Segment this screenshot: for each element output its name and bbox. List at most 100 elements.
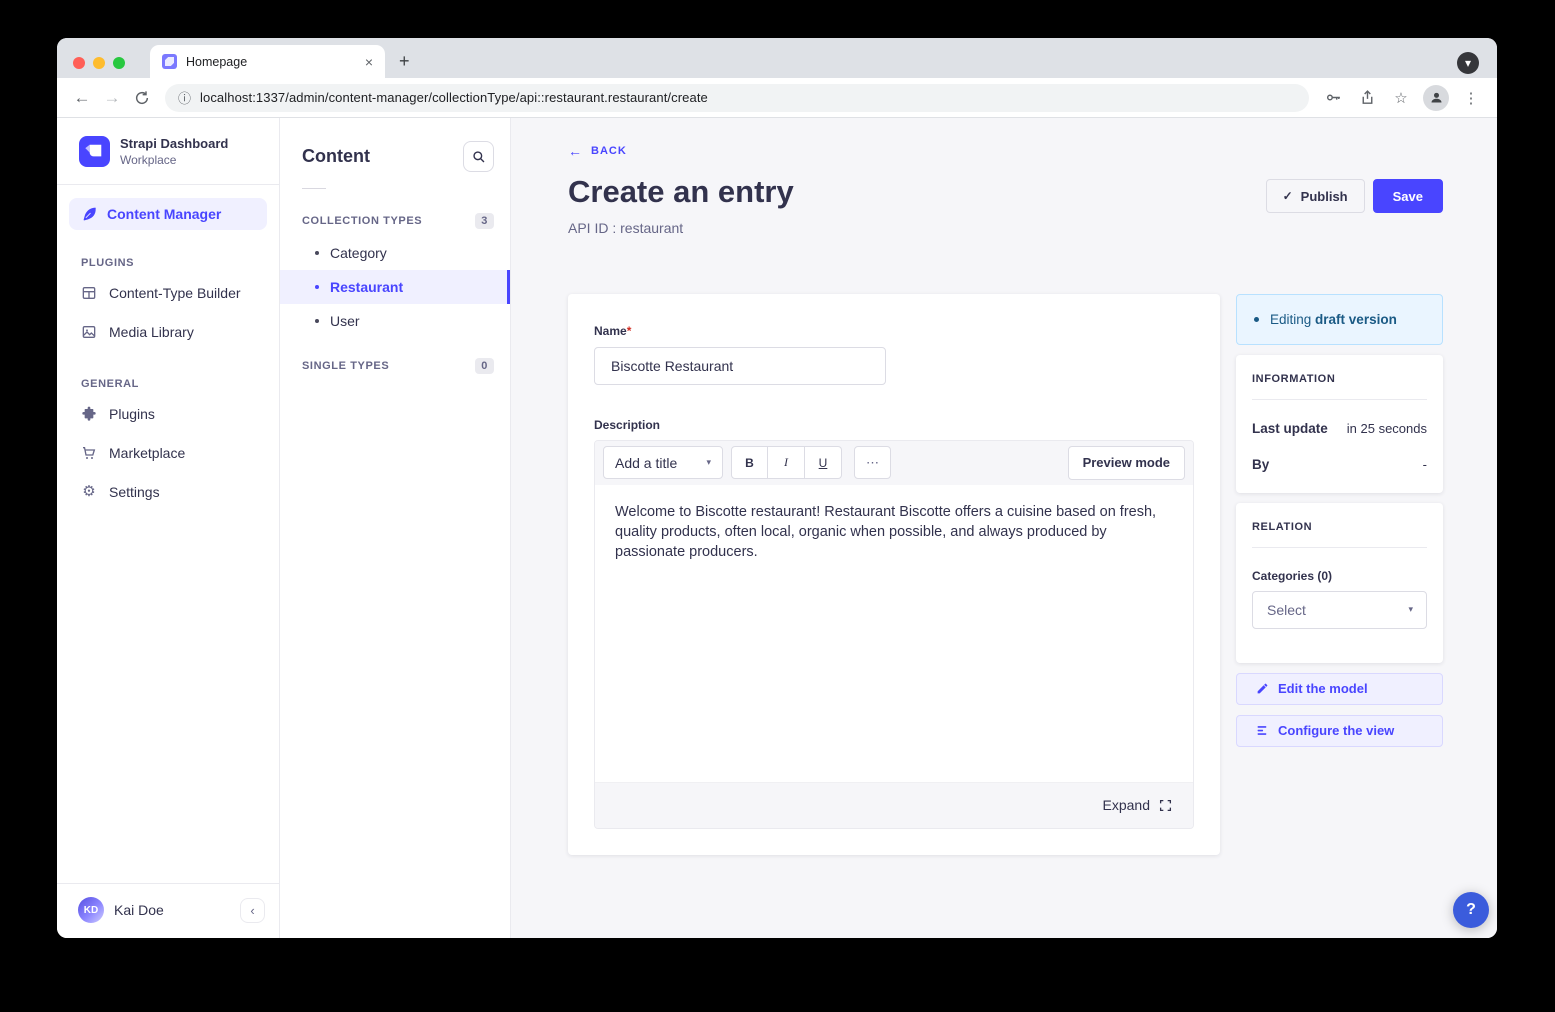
expand-icon[interactable] bbox=[1159, 799, 1172, 812]
puzzle-icon bbox=[81, 406, 97, 422]
back-icon[interactable]: ← bbox=[67, 88, 97, 108]
configure-view-label: Configure the view bbox=[1278, 723, 1394, 738]
browser-menu-icon[interactable]: ⋮ bbox=[1455, 89, 1487, 107]
bullet-icon bbox=[315, 251, 319, 255]
edit-model-button[interactable]: Edit the model bbox=[1236, 673, 1443, 705]
address-bar-actions: ☆ ⋮ bbox=[1317, 85, 1487, 111]
title-row: Create an entry API ID : restaurant ✓ Pu… bbox=[568, 176, 1443, 236]
help-button[interactable]: ? bbox=[1453, 892, 1489, 928]
subnav-item-label: Restaurant bbox=[330, 279, 403, 295]
refresh-icon[interactable] bbox=[127, 90, 157, 106]
description-textarea[interactable]: Welcome to Biscotte restaurant! Restaura… bbox=[595, 485, 1193, 782]
address-bar: ← → ⓘ localhost:1337/admin/content-manag… bbox=[57, 78, 1497, 118]
single-types-heading: SINGLE TYPES 0 bbox=[280, 358, 510, 374]
italic-button[interactable]: I bbox=[768, 446, 805, 479]
browser-tab[interactable]: Homepage × bbox=[150, 45, 385, 78]
subnav-item-label: Category bbox=[330, 245, 387, 261]
title-style-dropdown[interactable]: Add a title ▾ bbox=[603, 446, 723, 479]
draft-status-text: Editing draft version bbox=[1270, 312, 1397, 327]
publish-button[interactable]: ✓ Publish bbox=[1266, 179, 1365, 213]
browser-update-icon[interactable]: ▾ bbox=[1457, 52, 1479, 74]
information-heading: INFORMATION bbox=[1252, 373, 1427, 385]
info-value: in 25 seconds bbox=[1347, 421, 1427, 436]
sidebar-item-label: Media Library bbox=[109, 324, 194, 340]
subnav-item-restaurant[interactable]: Restaurant bbox=[280, 270, 510, 304]
name-label-text: Name bbox=[594, 324, 627, 338]
back-label: BACK bbox=[591, 145, 627, 157]
new-tab-button[interactable]: + bbox=[385, 45, 424, 78]
select-placeholder: Select bbox=[1267, 602, 1306, 618]
minimize-window-button[interactable] bbox=[93, 57, 105, 69]
strapi-app: Strapi Dashboard Workplace Content Manag… bbox=[57, 118, 1497, 938]
info-row-last-update: Last update in 25 seconds bbox=[1252, 421, 1427, 436]
sidebar-item-plugins[interactable]: Plugins bbox=[69, 395, 267, 433]
close-window-button[interactable] bbox=[73, 57, 85, 69]
strapi-logo-icon bbox=[79, 136, 110, 167]
site-info-icon[interactable]: ⓘ bbox=[178, 88, 191, 107]
name-field-label: Name* bbox=[594, 324, 631, 338]
content-subnav: Content COLLECTION TYPES 3 Category Rest… bbox=[280, 118, 511, 938]
preview-mode-button[interactable]: Preview mode bbox=[1068, 446, 1185, 480]
divider bbox=[1252, 547, 1427, 548]
sidebar-item-marketplace[interactable]: Marketplace bbox=[69, 434, 267, 472]
underline-button[interactable]: U bbox=[805, 446, 842, 479]
info-value: - bbox=[1423, 457, 1427, 472]
password-key-icon[interactable] bbox=[1317, 89, 1349, 106]
status-dot-icon bbox=[1254, 317, 1259, 322]
collapse-sidebar-button[interactable]: ‹ bbox=[240, 898, 265, 923]
info-label: Last update bbox=[1252, 421, 1328, 436]
bold-button[interactable]: B bbox=[731, 446, 768, 479]
edit-model-label: Edit the model bbox=[1278, 681, 1368, 696]
tab-strip: Homepage × + ▾ bbox=[57, 38, 1497, 78]
list-icon bbox=[1256, 724, 1269, 737]
browser-profile-avatar[interactable] bbox=[1423, 85, 1449, 111]
content-row: Name* Description Add a title ▾ B bbox=[568, 294, 1443, 855]
count-badge: 3 bbox=[475, 213, 494, 229]
strapi-favicon-icon bbox=[162, 54, 177, 69]
rich-text-editor: Add a title ▾ B I U ⋯ Preview mode Wel bbox=[594, 440, 1194, 829]
chevron-down-icon: ▾ bbox=[1408, 604, 1413, 615]
close-tab-icon[interactable]: × bbox=[365, 55, 373, 69]
main-sidebar: Strapi Dashboard Workplace Content Manag… bbox=[57, 118, 280, 938]
search-button[interactable] bbox=[463, 141, 494, 172]
group-heading-label: COLLECTION TYPES bbox=[302, 215, 422, 227]
sidebar-section-heading: GENERAL bbox=[81, 378, 267, 390]
sidebar-item-settings[interactable]: ⚙ Settings bbox=[69, 473, 267, 511]
format-button-group: B I U bbox=[731, 446, 842, 479]
collection-types-heading: COLLECTION TYPES 3 bbox=[280, 213, 510, 229]
draft-bold-text: draft version bbox=[1315, 312, 1397, 327]
workspace-brand[interactable]: Strapi Dashboard Workplace bbox=[57, 118, 279, 185]
subnav-item-user[interactable]: User bbox=[280, 304, 510, 338]
url-box[interactable]: ⓘ localhost:1337/admin/content-manager/c… bbox=[165, 84, 1309, 112]
information-card: INFORMATION Last update in 25 seconds By… bbox=[1236, 355, 1443, 493]
subnav-item-category[interactable]: Category bbox=[280, 236, 510, 270]
chevron-down-icon: ▾ bbox=[706, 457, 711, 468]
title-style-value: Add a title bbox=[615, 455, 677, 471]
draft-prefix: Editing bbox=[1270, 312, 1311, 327]
url-text[interactable]: localhost:1337/admin/content-manager/col… bbox=[200, 90, 708, 105]
sidebar-item-content-type-builder[interactable]: Content-Type Builder bbox=[69, 274, 267, 312]
avatar[interactable]: KD bbox=[78, 897, 104, 923]
configure-view-button[interactable]: Configure the view bbox=[1236, 715, 1443, 747]
back-link[interactable]: ← BACK bbox=[568, 143, 627, 159]
pencil-icon bbox=[1256, 682, 1269, 695]
expand-label[interactable]: Expand bbox=[1103, 797, 1150, 813]
categories-select[interactable]: Select ▾ bbox=[1252, 591, 1427, 629]
sidebar-item-label: Settings bbox=[109, 484, 160, 500]
subnav-item-label: User bbox=[330, 313, 360, 329]
bookmark-star-icon[interactable]: ☆ bbox=[1385, 89, 1417, 107]
bullet-icon bbox=[315, 319, 319, 323]
name-input[interactable] bbox=[594, 347, 886, 385]
share-icon[interactable] bbox=[1351, 89, 1383, 106]
layout-icon bbox=[81, 285, 97, 301]
sidebar-item-label: Content-Type Builder bbox=[109, 285, 241, 301]
sidebar-item-label: Plugins bbox=[109, 406, 155, 422]
draft-status-badge: Editing draft version bbox=[1236, 294, 1443, 345]
forward-icon: → bbox=[97, 88, 127, 108]
more-formats-button[interactable]: ⋯ bbox=[854, 446, 891, 479]
sidebar-item-content-manager[interactable]: Content Manager bbox=[69, 198, 267, 230]
sidebar-item-media-library[interactable]: Media Library bbox=[69, 313, 267, 351]
page-title: Create an entry bbox=[568, 176, 794, 209]
save-button[interactable]: Save bbox=[1373, 179, 1443, 213]
maximize-window-button[interactable] bbox=[113, 57, 125, 69]
